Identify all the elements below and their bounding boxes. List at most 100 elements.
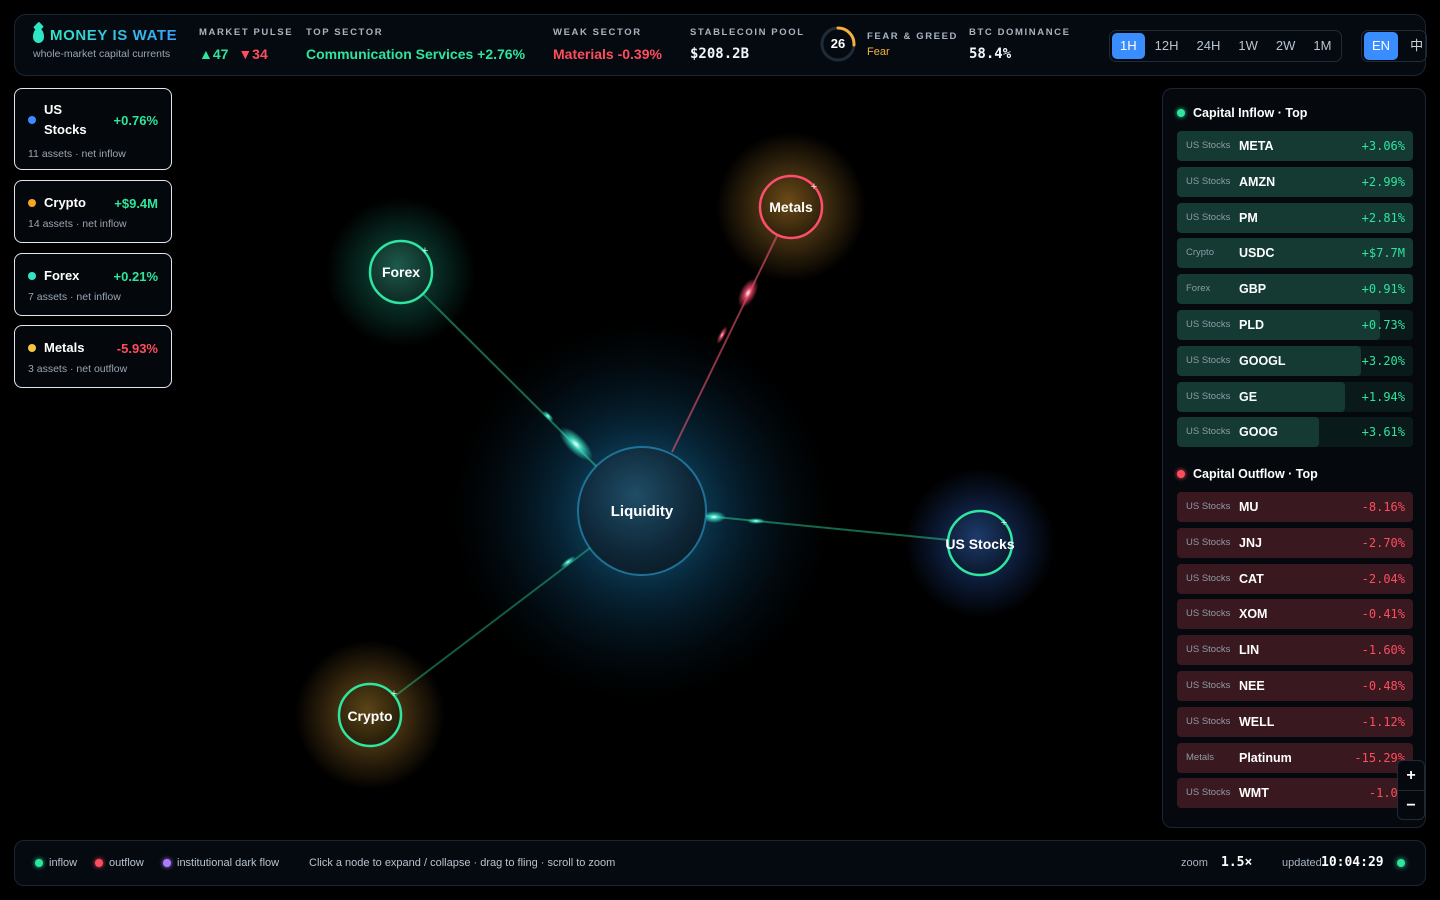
inflow-row[interactable]: US Stocks PM +2.81%	[1177, 202, 1413, 233]
fear-greed-score: 26	[830, 36, 846, 51]
outflow-row[interactable]: US Stocks LIN -1.60%	[1177, 635, 1413, 666]
expand-icon[interactable]: +	[811, 181, 817, 193]
timeframe-1h[interactable]: 1H	[1112, 33, 1145, 59]
water-drop-icon	[33, 28, 44, 43]
fear-greed-gauge: 26	[819, 25, 857, 63]
category-card-crypto[interactable]: Crypto +$9.4M 14 assets · net inflow	[14, 180, 172, 243]
top-bar: MONEY IS WATE whole-market capital curre…	[14, 14, 1427, 76]
legend-dot	[95, 859, 103, 867]
timeframe-24h[interactable]: 24H	[1188, 33, 1228, 59]
inflow-row[interactable]: US Stocks GOOG +3.61%	[1177, 417, 1413, 448]
language-selector: EN 中	[1361, 30, 1427, 62]
row-asset: GOOGL	[1239, 353, 1286, 368]
category-change: +0.76%	[113, 112, 158, 128]
row-category: US Stocks	[1186, 211, 1231, 223]
row-asset: WELL	[1239, 714, 1275, 729]
inflow-row[interactable]: US Stocks META +3.06%	[1177, 131, 1413, 161]
timeframe-1m[interactable]: 1M	[1305, 33, 1339, 59]
outflow-row[interactable]: US Stocks CAT -2.04%	[1177, 563, 1413, 594]
zoom-label: zoom	[1181, 857, 1208, 869]
row-category: US Stocks	[1186, 715, 1231, 727]
node-us-stocks[interactable]	[946, 509, 1014, 577]
timeframe-selector: 1H 12H 24H 1W 2W 1M	[1109, 30, 1343, 62]
timeframe-2w[interactable]: 2W	[1268, 33, 1304, 59]
outflow-row[interactable]: US Stocks MU -8.16%	[1177, 492, 1413, 522]
inflow-row[interactable]: Crypto USDC +$7.7M	[1177, 238, 1413, 269]
inflow-title: Capital Inflow · Top	[1193, 106, 1308, 120]
legend-inflow: inflow	[35, 841, 77, 885]
row-value: -1.60%	[1361, 643, 1405, 658]
flow-ranking-panel[interactable]: Capital Inflow · Top US Stocks META +3.06%…	[1162, 88, 1426, 828]
inflow-row[interactable]: US Stocks AMZN +2.99%	[1177, 166, 1413, 197]
category-name: Forex	[44, 268, 80, 283]
expand-icon[interactable]: +	[422, 245, 428, 257]
stablecoin-pool-value: $208.2B	[690, 46, 750, 62]
node-forex[interactable]	[368, 239, 434, 305]
category-card-forex[interactable]: Forex +0.21% 7 assets · net inflow	[14, 253, 172, 316]
legend-label: outflow	[109, 857, 144, 869]
expand-icon[interactable]: +	[391, 688, 397, 700]
zoom-in-button[interactable]: +	[1398, 761, 1424, 790]
flow-particle	[560, 556, 576, 568]
language-en[interactable]: EN	[1364, 32, 1399, 60]
app-title: MONEY IS WATE	[50, 27, 180, 44]
weak-sector-value: Materials -0.39%	[553, 46, 662, 62]
outflow-title: Capital Outflow · Top	[1193, 467, 1318, 481]
row-category: US Stocks	[1186, 390, 1231, 402]
fear-greed-state: Fear	[867, 46, 890, 58]
flow-link-crypto	[369, 547, 591, 716]
row-category: US Stocks	[1186, 572, 1231, 584]
inflow-row[interactable]: Forex GBP +0.91%	[1177, 274, 1413, 305]
outflow-row[interactable]: US Stocks WELL -1.12%	[1177, 706, 1413, 737]
row-category: US Stocks	[1186, 319, 1231, 330]
row-asset: PM	[1239, 210, 1258, 225]
row-category: Forex	[1186, 283, 1211, 295]
legend-outflow: outflow	[95, 841, 144, 885]
inflow-row[interactable]: US Stocks GOOGL +3.20%	[1177, 345, 1413, 376]
row-asset: XOM	[1239, 607, 1268, 622]
live-status-dot	[1397, 859, 1405, 867]
row-category: US Stocks	[1186, 787, 1231, 799]
inflow-dot	[1177, 109, 1185, 117]
node-liquidity[interactable]	[577, 446, 707, 576]
market-pulse: MARKET PULSE ▲47 ▼34	[199, 27, 293, 62]
timeframe-1w[interactable]: 1W	[1230, 33, 1266, 59]
node-forex-label: Forex	[382, 264, 420, 280]
row-category: Crypto	[1186, 247, 1214, 259]
flow-particle	[559, 427, 593, 461]
zoom-out-button[interactable]: −	[1398, 790, 1424, 819]
category-dot	[28, 116, 36, 124]
row-category: Metals	[1186, 751, 1214, 763]
top-sector-label: TOP SECTOR	[306, 27, 384, 38]
outflow-row[interactable]: Metals Platinum -15.29%	[1177, 742, 1413, 773]
row-asset: LIN	[1239, 643, 1260, 658]
legend-label: inflow	[49, 857, 78, 869]
outflow-row[interactable]: US Stocks WMT -1.04	[1177, 778, 1413, 809]
inflow-row[interactable]: US Stocks PLD +0.73%	[1177, 310, 1413, 340]
category-card-us-stocks[interactable]: US Stocks +0.76% 11 assets · net inflow	[14, 88, 172, 170]
weak-sector-label: WEAK SECTOR	[553, 27, 642, 38]
outflow-row[interactable]: US Stocks XOM -0.41%	[1177, 599, 1413, 630]
weak-sector: WEAK SECTOR Materials -0.39%	[553, 27, 662, 62]
outflow-row[interactable]: US Stocks JNJ -2.70%	[1177, 527, 1413, 558]
interaction-hint: Click a node to expand / collapse · drag…	[309, 857, 616, 869]
expand-icon[interactable]: +	[1001, 517, 1007, 529]
us-stocks-halo	[905, 468, 1055, 618]
language-zh[interactable]: 中	[1402, 32, 1426, 60]
row-category: US Stocks	[1186, 536, 1231, 548]
btc-dominance-label: BTC DOMINANCE	[969, 27, 1071, 38]
row-asset: AMZN	[1239, 174, 1276, 189]
node-metals[interactable]	[758, 174, 824, 240]
category-card-metals[interactable]: Metals -5.93% 3 assets · net outflow	[14, 325, 172, 388]
node-crypto[interactable]	[337, 682, 403, 748]
row-category: US Stocks	[1186, 175, 1231, 187]
category-dot	[28, 272, 36, 280]
inflow-row[interactable]: US Stocks GE +1.94%	[1177, 381, 1413, 412]
outflow-row[interactable]: US Stocks NEE -0.48%	[1177, 671, 1413, 701]
fear-greed: FEAR & GREED Fear	[867, 31, 958, 58]
flow-link-us-stocks	[705, 515, 981, 544]
category-change: +0.21%	[113, 268, 158, 284]
timeframe-12h[interactable]: 12H	[1147, 33, 1187, 59]
row-asset: Platinum	[1239, 750, 1292, 765]
row-value: +$7.7M	[1361, 246, 1405, 261]
